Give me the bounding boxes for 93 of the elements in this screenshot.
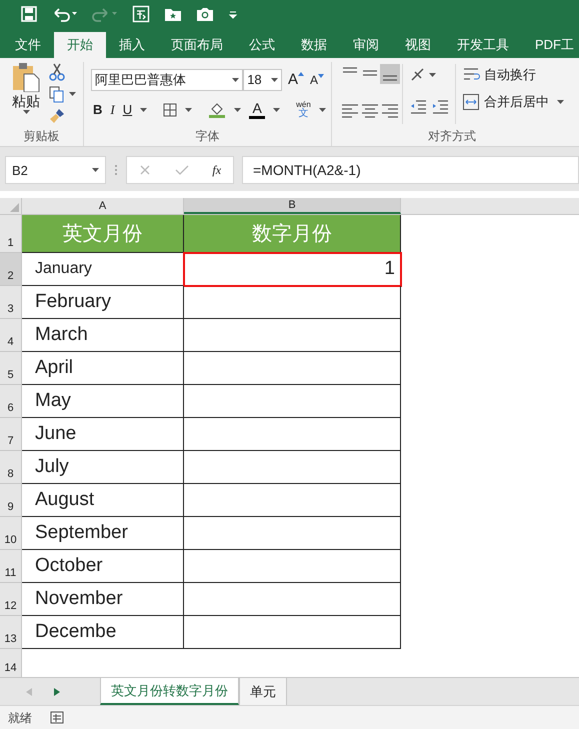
caret-icon[interactable] (234, 108, 242, 112)
row-header[interactable]: 3 (0, 286, 22, 319)
fill-color-icon[interactable] (208, 100, 226, 119)
caret-icon[interactable] (273, 108, 280, 112)
row-header[interactable]: 11 (0, 550, 22, 583)
row-header[interactable]: 6 (0, 385, 22, 418)
shrink-font-button[interactable]: A (310, 74, 324, 86)
borders-icon[interactable] (163, 102, 178, 117)
caret-icon[interactable] (92, 168, 99, 172)
header-cell: 英文月份 (22, 215, 184, 253)
table-cell: November (22, 583, 184, 616)
ribbon-tab[interactable]: 开始 (54, 32, 106, 58)
font-color-bar (249, 116, 266, 119)
table-cell: January (22, 253, 184, 286)
ribbon-tab[interactable]: PDF工 (522, 32, 579, 58)
phonetic-button[interactable]: wén 文 (296, 100, 311, 119)
row-header[interactable]: 2 (0, 253, 22, 286)
sheet-tab[interactable]: 英文月份转数字月份 (100, 678, 239, 705)
row-header[interactable]: 9 (0, 484, 22, 517)
group-label: 对齐方式 (428, 128, 476, 145)
copy-icon[interactable] (48, 84, 66, 103)
wrap-text-button[interactable]: 自动换行 (462, 64, 564, 84)
table-cell: March (22, 319, 184, 352)
caret-icon[interactable] (557, 100, 564, 104)
camera-icon[interactable] (196, 5, 214, 24)
row-header[interactable]: 4 (0, 319, 22, 352)
scroll-right-icon[interactable] (54, 688, 60, 696)
underline-button[interactable]: U (122, 100, 132, 120)
merge-center-button[interactable]: 合并后居中 (462, 92, 549, 112)
row-header[interactable]: 8 (0, 451, 22, 484)
group-label: 剪贴板 (24, 128, 60, 145)
increase-indent-icon[interactable] (431, 98, 450, 116)
caret-icon[interactable] (22, 110, 30, 114)
ribbon-tab[interactable]: 页面布局 (158, 32, 236, 58)
caret-icon[interactable] (185, 108, 192, 112)
name-box[interactable]: B2 (5, 156, 106, 184)
ribbon-tab[interactable]: 数据 (288, 32, 340, 58)
row-header[interactable]: 1 (0, 215, 22, 253)
table-cell: August (22, 484, 184, 517)
ribbon-tab[interactable]: 文件 (2, 32, 54, 58)
table-cell: October (22, 550, 184, 583)
header-cell: 数字月份 (184, 215, 401, 253)
table-cell: April (22, 352, 184, 385)
ribbon-tab[interactable]: 视图 (392, 32, 444, 58)
formula-input[interactable]: =MONTH(A2&-1) (242, 156, 579, 184)
decrease-indent-icon[interactable] (409, 98, 428, 116)
sheet-icon[interactable] (132, 5, 150, 24)
italic-button[interactable]: I (110, 100, 115, 120)
merge-icon (462, 93, 480, 112)
table-cell: May (22, 385, 184, 418)
table-cell: July (22, 451, 184, 484)
table-cell: February (22, 286, 184, 319)
group-label: 字体 (196, 128, 220, 145)
caret-icon[interactable] (69, 92, 76, 96)
row-header[interactable]: 14 (0, 649, 22, 677)
row-header[interactable]: 10 (0, 517, 22, 550)
table-cell: Decembe (22, 616, 184, 649)
ribbon-tab[interactable]: 开发工具 (444, 32, 522, 58)
check-icon[interactable] (174, 164, 189, 176)
caret-icon[interactable] (429, 72, 436, 77)
row-header[interactable]: 12 (0, 583, 22, 616)
caret-icon[interactable] (140, 108, 148, 112)
font-size-dropdown[interactable]: 18 (243, 68, 282, 91)
bold-button[interactable]: B (93, 100, 102, 120)
clipboard-icon (11, 62, 41, 92)
font-name-dropdown[interactable]: 阿里巴巴普惠体 (91, 68, 244, 91)
caret-icon[interactable] (270, 78, 278, 82)
row-header[interactable]: 7 (0, 418, 22, 451)
font-color-button[interactable]: A (249, 100, 266, 119)
paste-button[interactable]: 粘贴 (10, 62, 42, 126)
table-cell: 1 (184, 253, 401, 286)
align-bottom-icon[interactable] (380, 64, 400, 84)
table-cell: June (22, 418, 184, 451)
table-cell: September (22, 517, 184, 550)
drag-handle-icon[interactable] (114, 163, 118, 178)
sheet-tab[interactable]: 单元 (239, 678, 287, 705)
macro-record-icon[interactable] (50, 711, 64, 724)
insert-function-button[interactable]: fx (212, 161, 222, 180)
column-header[interactable]: B (184, 198, 401, 214)
ribbon-tab[interactable]: 插入 (106, 32, 158, 58)
up-arrow-icon (298, 72, 304, 76)
row-header[interactable]: 13 (0, 616, 22, 649)
caret-icon[interactable] (232, 78, 240, 82)
row-header[interactable]: 5 (0, 352, 22, 385)
scissors-icon[interactable] (48, 62, 66, 81)
ribbon-tab[interactable]: 审阅 (340, 32, 392, 58)
caret-icon[interactable] (318, 108, 326, 112)
status-text: 就绪 (8, 710, 32, 726)
ribbon-tab[interactable]: 公式 (236, 32, 288, 58)
grow-font-button[interactable]: A (288, 72, 304, 88)
down-arrow-icon (318, 74, 324, 78)
save-icon[interactable] (20, 5, 38, 24)
paintbrush-icon[interactable] (48, 106, 66, 125)
